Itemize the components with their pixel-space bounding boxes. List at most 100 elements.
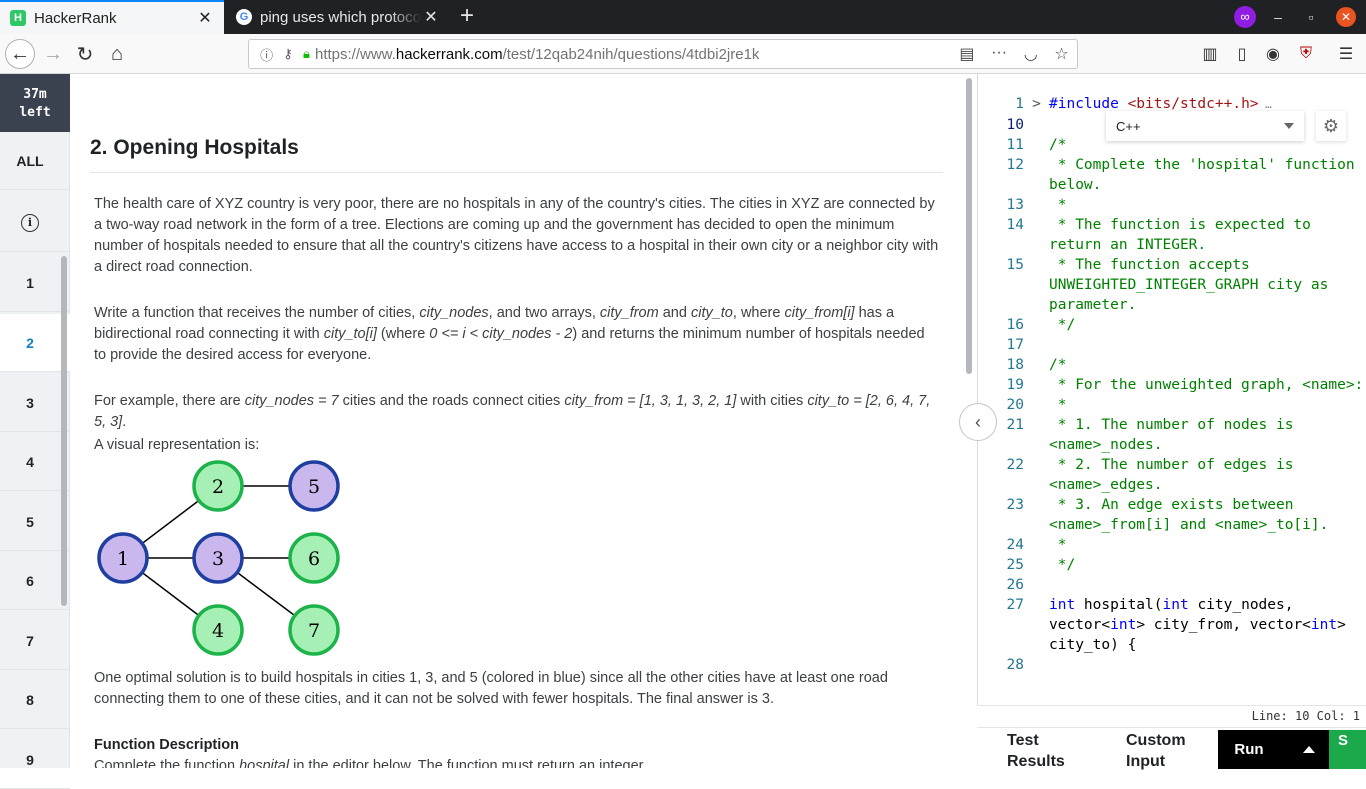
close-tab-icon[interactable]: ✕ (422, 7, 440, 27)
rail-item-question[interactable]: 3 (0, 374, 70, 432)
code-line[interactable]: 23 * 3. An edge exists between <name>_fr… (978, 495, 1366, 535)
fold-gutter (1024, 155, 1049, 195)
submit-code-button[interactable]: S (1329, 730, 1366, 769)
code-line[interactable]: 12 * Complete the 'hospital' function be… (978, 155, 1366, 195)
sidebar-icon[interactable]: ▯ (1228, 39, 1256, 69)
code-line[interactable]: 20 * (978, 395, 1366, 415)
graph-node-label: 2 (212, 476, 224, 498)
maximize-button[interactable]: ▫ (1299, 0, 1323, 34)
question-scrollbar[interactable] (966, 78, 972, 374)
line-number: 14 (1006, 217, 1024, 233)
close-tab-icon[interactable]: ✕ (196, 8, 214, 28)
new-tab-button[interactable]: + (454, 3, 480, 31)
reader-view-icon[interactable]: ▤ (959, 44, 974, 64)
close-window-button[interactable]: ✕ (1334, 0, 1358, 34)
line-number: 13 (1006, 197, 1024, 213)
rail-item-question[interactable]: 9 (0, 731, 70, 789)
fold-gutter (1024, 115, 1049, 135)
tab-custom-input[interactable]: Custom Input (1126, 730, 1186, 772)
code-line[interactable]: 18 /* (978, 355, 1366, 375)
editor-settings-button[interactable]: ⚙ (1316, 111, 1346, 141)
rail-item-question[interactable]: 7 (0, 612, 70, 670)
function-paragraph: Write a function that receives the numbe… (94, 305, 925, 363)
tab-hackerrank[interactable]: H HackerRank ✕ (0, 0, 224, 34)
line-number: 26 (1006, 577, 1024, 593)
fold-gutter (1024, 255, 1049, 315)
info-icon[interactable]: ⓘ (260, 45, 273, 64)
minimize-button[interactable]: – (1266, 0, 1290, 34)
function-description-text: Complete the function hospital in the ed… (94, 758, 647, 768)
rail-item-question[interactable]: 5 (0, 493, 70, 551)
fold-gutter (1024, 495, 1049, 535)
fold-gutter (1024, 535, 1049, 555)
language-select[interactable]: C++ (1106, 111, 1304, 141)
ublock-icon[interactable]: ⛨ (1292, 39, 1320, 69)
rail-item-info[interactable]: i (0, 194, 70, 252)
code-line[interactable]: 27 int hospital(int city_nodes, vector<in… (978, 595, 1366, 655)
navigation-toolbar: ← → ↻ ⌂ ⓘ ⚷ 🔒︎ https://www.hackerrank.co… (0, 34, 1366, 74)
code-lines[interactable]: 1 > #include <bits/stdc++.h> … 10 11/* 12 * … (978, 94, 1366, 675)
code-line[interactable]: 14 * The function is expected to return … (978, 215, 1366, 255)
collapse-panel-button[interactable]: ‹ (959, 403, 997, 441)
forward-button[interactable]: → (38, 39, 68, 69)
code-text: * (1049, 537, 1067, 553)
url-text[interactable]: https://www.hackerrank.com/test/12qab24n… (315, 46, 951, 63)
chevron-up-icon (1303, 746, 1315, 753)
code-line[interactable]: 22 * 2. The number of edges is <name>_ed… (978, 455, 1366, 495)
tab-title: ping uses which protocol (260, 8, 422, 26)
line-number: 19 (1006, 377, 1024, 393)
fold-gutter (1024, 135, 1049, 155)
graph-node-label: 5 (308, 476, 320, 498)
time-remaining: 37m left (0, 74, 70, 132)
line-number: 25 (1006, 557, 1024, 573)
question-navigation-rail: 37m left ALL i 123456789 (0, 74, 70, 789)
bookmark-star-icon[interactable]: ☆ (1054, 44, 1068, 64)
tab-google-search[interactable]: G ping uses which protocol ✕ (226, 0, 450, 34)
account-icon[interactable]: ◉ (1259, 39, 1287, 69)
function-description-title: Function Description (94, 737, 239, 753)
run-options-button[interactable] (1289, 730, 1329, 769)
question-title: 2. Opening Hospitals (90, 136, 299, 159)
rail-item-question[interactable]: 4 (0, 433, 70, 491)
home-button[interactable]: ⌂ (102, 39, 132, 69)
fold-gutter (1024, 595, 1049, 655)
code-line[interactable]: 26 (978, 575, 1366, 595)
code-line[interactable]: 13 * (978, 195, 1366, 215)
code-line[interactable]: 28 (978, 655, 1366, 675)
code-line[interactable]: 16 */ (978, 315, 1366, 335)
page-actions-icon[interactable]: ··· (991, 44, 1007, 64)
code-line[interactable]: 24 * (978, 535, 1366, 555)
reload-button[interactable]: ↻ (70, 39, 100, 69)
rail-item-question[interactable]: 1 (0, 254, 70, 312)
line-number: 1 (1015, 96, 1024, 112)
rail-item-question[interactable]: 6 (0, 552, 70, 610)
rail-item-all[interactable]: ALL (0, 132, 70, 190)
code-text: * The function accepts UNWEIGHTED_INTEGE… (1049, 257, 1338, 313)
rail-item-question[interactable]: 8 (0, 671, 70, 729)
code-line[interactable]: 19 * For the unweighted graph, <name>: (978, 375, 1366, 395)
rail-item-question[interactable]: 2 (0, 314, 70, 372)
back-button[interactable]: ← (5, 39, 35, 69)
code-text: * Complete the 'hospital' function below… (1049, 157, 1364, 193)
key-icon: ⚷ (283, 46, 293, 61)
address-bar[interactable]: ⓘ ⚷ 🔒︎ https://www.hackerrank.com/test/1… (248, 39, 1078, 69)
lock-icon: 🔒︎ (302, 46, 310, 61)
code-line[interactable]: 15 * The function accepts UNWEIGHTED_INT… (978, 255, 1366, 315)
code-text: * 3. An edge exists between <name>_from[… (1049, 497, 1329, 533)
fold-gutter (1024, 455, 1049, 495)
rail-scrollbar[interactable] (61, 256, 67, 606)
menu-icon[interactable]: ☰ (1332, 39, 1360, 69)
library-icon[interactable]: ▥ (1196, 39, 1224, 69)
code-line[interactable]: 25 */ (978, 555, 1366, 575)
fold-chevron-icon[interactable]: > (1024, 94, 1049, 115)
chevron-down-icon (1284, 123, 1294, 129)
chevron-left-icon: ‹ (975, 411, 981, 432)
line-number: 16 (1006, 317, 1024, 333)
code-line[interactable]: 21 * 1. The number of nodes is <name>_no… (978, 415, 1366, 455)
code-line[interactable]: 17 (978, 335, 1366, 355)
code-editor[interactable]: 1 > #include <bits/stdc++.h> … 10 11/* 12 * … (977, 74, 1366, 768)
hackerrank-icon: H (10, 10, 26, 26)
tab-test-results[interactable]: Test Results (1007, 730, 1065, 772)
pocket-icon[interactable]: ◡ (1024, 44, 1038, 64)
